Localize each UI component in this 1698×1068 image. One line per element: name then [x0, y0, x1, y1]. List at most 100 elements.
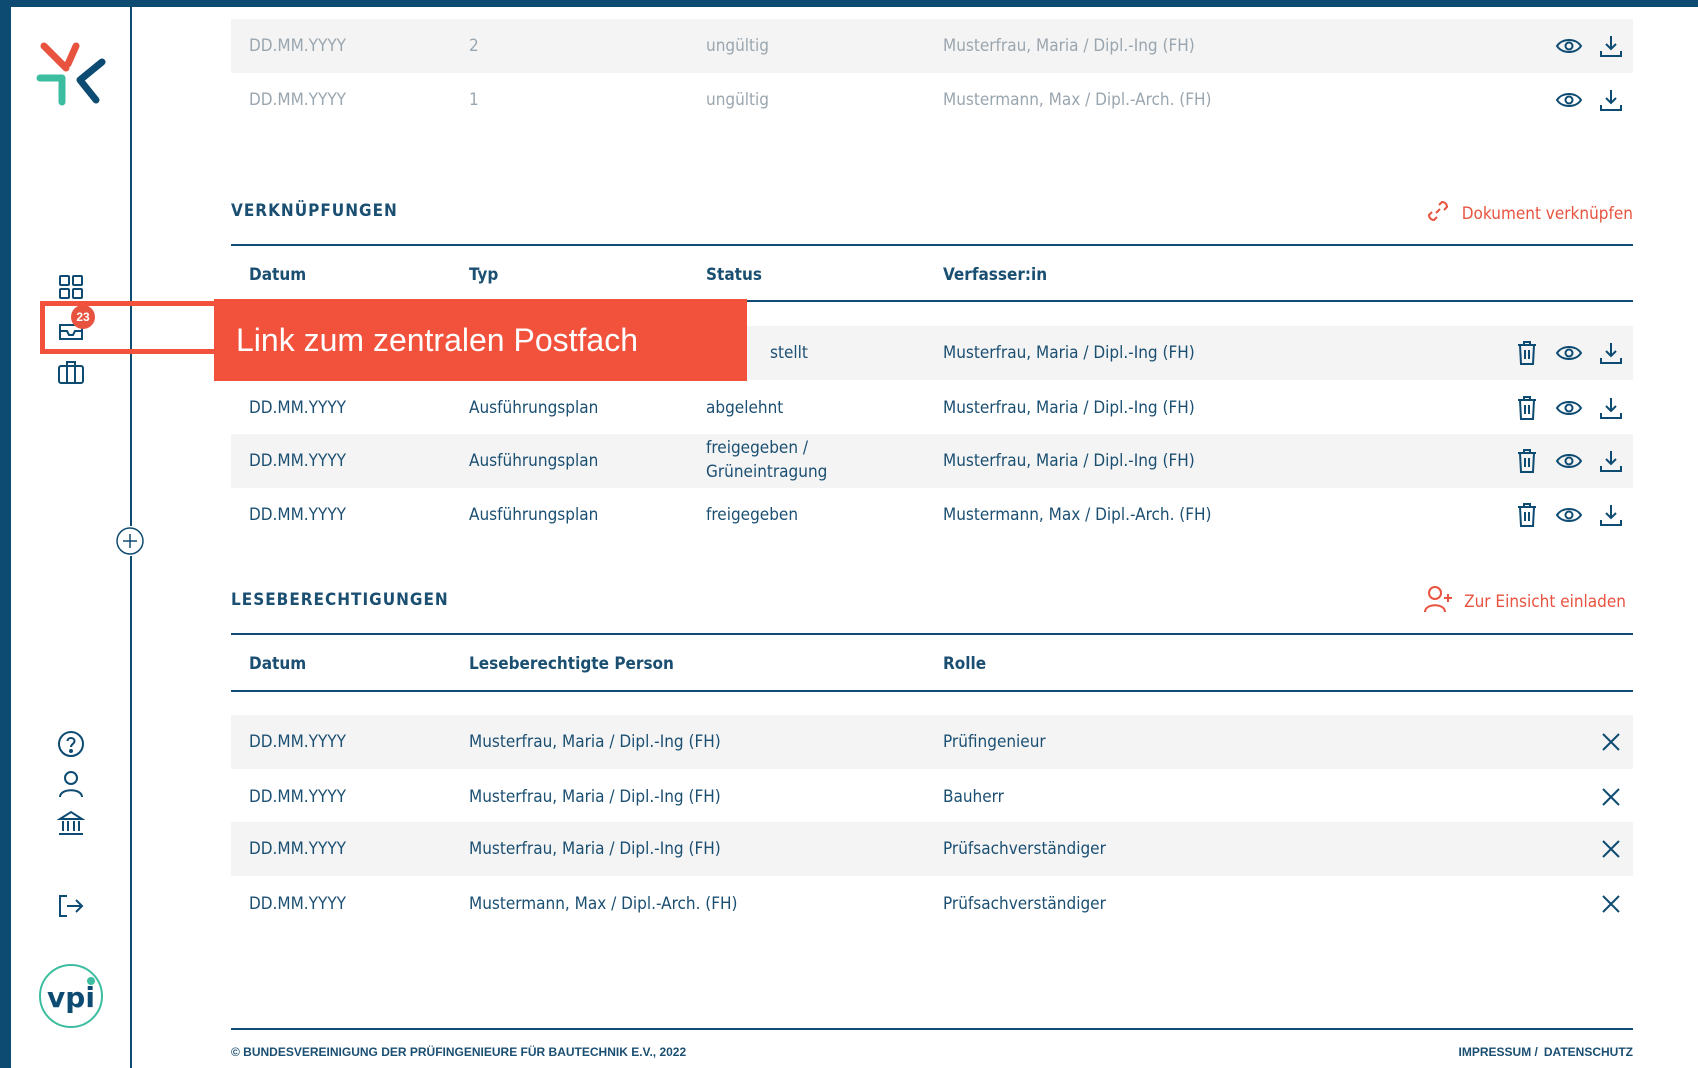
download-icon[interactable] [1597, 394, 1625, 422]
eye-icon[interactable] [1555, 447, 1583, 475]
user-icon[interactable] [56, 769, 86, 799]
author-cell: Musterfrau, Maria / Dipl.-Ing (FH) [943, 451, 1195, 471]
eye-icon[interactable] [1555, 86, 1583, 114]
table-row: DD.MM.YYYY Ausführungsplan freigegeben /… [231, 434, 1633, 488]
date-cell: DD.MM.YYYY [249, 505, 347, 525]
column-header-type: Typ [469, 265, 499, 285]
status-cell: ungültig [706, 90, 770, 110]
status-cell: ungültig [706, 36, 770, 56]
author-cell: Mustermann, Max / Dipl.-Arch. (FH) [943, 505, 1212, 525]
trash-icon[interactable] [1513, 501, 1541, 529]
column-header-role: Rolle [943, 654, 987, 674]
author-cell: Mustermann, Max / Dipl.-Arch. (FH) [943, 90, 1212, 110]
version-number-cell: 1 [469, 90, 479, 110]
author-cell: Musterfrau, Maria / Dipl.-Ing (FH) [943, 398, 1195, 418]
close-icon[interactable] [1597, 835, 1625, 863]
add-user-icon [1424, 585, 1454, 618]
role-cell: Prüfsachverständiger [943, 839, 1106, 859]
author-cell: Musterfrau, Maria / Dipl.-Ing (FH) [943, 343, 1195, 363]
type-cell: Ausführungsplan [469, 451, 599, 471]
table-row: DD.MM.YYYY Ausführungsplan abgelehnt Mus… [231, 381, 1633, 435]
inbox-highlight-frame [40, 301, 215, 354]
annotation-callout: Link zum zentralen Postfach [214, 299, 747, 381]
trash-icon[interactable] [1513, 447, 1541, 475]
date-cell: DD.MM.YYYY [249, 894, 347, 914]
institution-icon[interactable] [55, 808, 87, 838]
column-header-date: Datum [249, 265, 307, 285]
links-section-title: VERKNÜPFUNGEN [231, 201, 398, 221]
app-logo-icon [36, 42, 106, 106]
section-divider [231, 633, 1633, 635]
close-icon[interactable] [1597, 783, 1625, 811]
datenschutz-link[interactable]: DATENSCHUTZ [1544, 1045, 1633, 1059]
footer-divider [231, 1028, 1633, 1030]
version-number-cell: 2 [469, 36, 479, 56]
section-divider [231, 244, 1633, 246]
briefcase-icon[interactable] [55, 357, 87, 387]
invite-button[interactable]: Zur Einsicht einladen [1424, 585, 1626, 618]
logout-icon[interactable] [55, 891, 87, 921]
author-cell: Musterfrau, Maria / Dipl.-Ing (FH) [943, 36, 1195, 56]
add-circle-icon[interactable] [115, 526, 145, 556]
date-cell: DD.MM.YYYY [249, 90, 347, 110]
eye-icon[interactable] [1555, 32, 1583, 60]
vpi-logo-text: vpi [47, 981, 95, 1014]
link-document-button[interactable]: Dokument verknüpfen [1424, 197, 1633, 230]
download-icon[interactable] [1597, 32, 1625, 60]
role-cell: Prüfsachverständiger [943, 894, 1106, 914]
table-row: DD.MM.YYYY Mustermann, Max / Dipl.-Arch.… [231, 877, 1633, 931]
status-cell: freigegeben [706, 505, 799, 525]
table-row: DD.MM.YYYY Musterfrau, Maria / Dipl.-Ing… [231, 770, 1633, 824]
type-cell: Ausführungsplan [469, 398, 599, 418]
close-icon[interactable] [1597, 728, 1625, 756]
header-divider [231, 690, 1633, 692]
date-cell: DD.MM.YYYY [249, 839, 347, 859]
table-row: DD.MM.YYYY 2 ungültig Musterfrau, Maria … [231, 19, 1633, 73]
eye-icon[interactable] [1555, 339, 1583, 367]
status-cell-line1: freigegeben / [706, 438, 809, 458]
footer-links: IMPRESSUM / DATENSCHUTZ [1459, 1045, 1633, 1059]
person-cell: Musterfrau, Maria / Dipl.-Ing (FH) [469, 732, 721, 752]
person-cell: Musterfrau, Maria / Dipl.-Ing (FH) [469, 839, 721, 859]
trash-icon[interactable] [1513, 339, 1541, 367]
link-document-label: Dokument verknüpfen [1461, 203, 1633, 224]
download-icon[interactable] [1597, 501, 1625, 529]
download-icon[interactable] [1597, 447, 1625, 475]
table-row: DD.MM.YYYY 1 ungültig Mustermann, Max / … [231, 73, 1633, 127]
link-icon [1424, 197, 1452, 230]
column-header-author: Verfasser:in [943, 265, 1048, 285]
trash-icon[interactable] [1513, 394, 1541, 422]
vpi-logo[interactable]: vpi [38, 963, 104, 1029]
eye-icon[interactable] [1555, 394, 1583, 422]
app-logo[interactable] [36, 42, 106, 110]
person-cell: Musterfrau, Maria / Dipl.-Ing (FH) [469, 787, 721, 807]
date-cell: DD.MM.YYYY [249, 787, 347, 807]
help-icon[interactable] [55, 728, 87, 760]
date-cell: DD.MM.YYYY [249, 36, 347, 56]
column-header-person: Leseberechtigte Person [469, 654, 674, 674]
status-cell: stellt [770, 343, 808, 363]
role-cell: Prüfingenieur [943, 732, 1046, 752]
date-cell: DD.MM.YYYY [249, 451, 347, 471]
frame-left-bar [0, 0, 11, 1068]
column-header-status: Status [706, 265, 762, 285]
table-row: DD.MM.YYYY Ausführungsplan freigegeben M… [231, 488, 1633, 542]
person-cell: Mustermann, Max / Dipl.-Arch. (FH) [469, 894, 738, 914]
role-cell: Bauherr [943, 787, 1004, 807]
date-cell: DD.MM.YYYY [249, 398, 347, 418]
footer-copyright: © BUNDESVEREINIGUNG DER PRÜFINGENIEURE F… [231, 1045, 687, 1059]
column-header-date: Datum [249, 654, 307, 674]
invite-label: Zur Einsicht einladen [1464, 591, 1626, 612]
permissions-section-title: LESEBERECHTIGUNGEN [231, 590, 449, 610]
download-icon[interactable] [1597, 339, 1625, 367]
status-cell: abgelehnt [706, 398, 784, 418]
dashboard-icon[interactable] [56, 272, 86, 302]
close-icon[interactable] [1597, 890, 1625, 918]
status-cell-line2: Grüneintragung [706, 462, 828, 482]
eye-icon[interactable] [1555, 501, 1583, 529]
download-icon[interactable] [1597, 86, 1625, 114]
frame-top-bar [0, 0, 1698, 7]
type-cell: Ausführungsplan [469, 505, 599, 525]
table-row: DD.MM.YYYY Musterfrau, Maria / Dipl.-Ing… [231, 715, 1633, 769]
impressum-link[interactable]: IMPRESSUM / [1459, 1045, 1538, 1059]
